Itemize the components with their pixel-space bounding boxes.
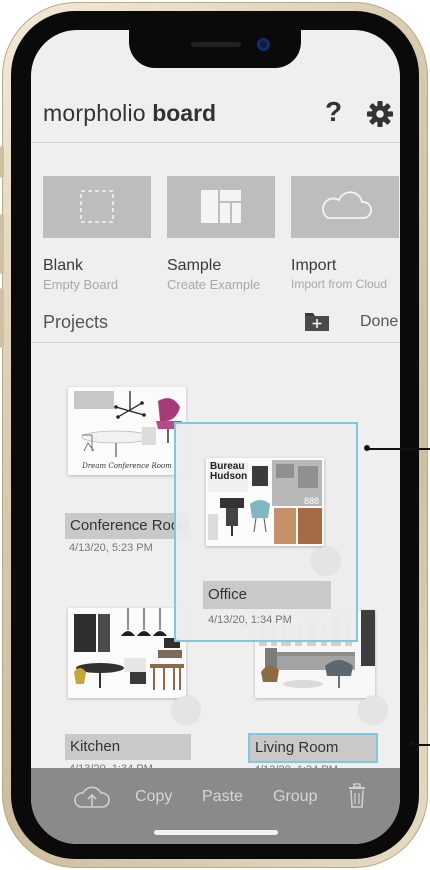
project-name-conference[interactable]: Conference Room — [65, 513, 189, 539]
paste-button[interactable]: Paste — [202, 788, 243, 806]
office-thumbnail: Bureau Hudson 888 — [206, 458, 324, 546]
cloud-icon — [322, 191, 372, 219]
app-logo: morpholio board — [43, 100, 216, 127]
sample-title: Sample — [167, 257, 222, 274]
front-camera — [257, 38, 270, 51]
office-select-handle[interactable] — [312, 547, 340, 575]
office-thumb-badge: 888 — [304, 496, 320, 506]
logo-light-text: morpholio — [43, 100, 146, 126]
app-screen: morpholio board ? Blank Empty Board Samp… — [31, 30, 400, 844]
layout-grid-icon — [201, 190, 241, 223]
project-date-conference: 4/13/20, 5:23 PM — [69, 542, 153, 554]
office-drag-selection[interactable]: Bureau Hudson 888 Office 4/13/20, 1:34 P… — [174, 422, 358, 642]
folder-plus-icon[interactable] — [304, 310, 330, 332]
living-room-callout-line — [413, 744, 430, 746]
kitchen-thumbnail[interactable] — [68, 608, 186, 698]
office-callout-dot — [364, 445, 370, 451]
blank-title: Blank — [43, 257, 84, 274]
phone-volume-up — [0, 214, 4, 274]
conference-room-thumbnail[interactable]: Dream Conference Room — [68, 387, 186, 475]
project-name-office[interactable]: Office — [203, 581, 331, 609]
notch — [129, 30, 301, 68]
trash-icon[interactable] — [346, 783, 368, 809]
import-board-tile[interactable] — [291, 176, 399, 238]
project-name-living-room[interactable]: Living Room — [248, 733, 378, 763]
office-callout-line — [368, 448, 430, 450]
cloud-upload-icon[interactable] — [73, 784, 111, 810]
project-date-office: 4/13/20, 1:34 PM — [208, 614, 292, 626]
sample-board-tile[interactable] — [167, 176, 275, 238]
phone-volume-down — [0, 288, 4, 348]
copy-button[interactable]: Copy — [135, 788, 172, 806]
done-button[interactable]: Done — [360, 313, 398, 331]
living-room-callout-dot — [409, 741, 415, 747]
import-title: Import — [291, 257, 337, 274]
kitchen-select-handle[interactable] — [172, 696, 200, 724]
living-room-select-handle[interactable] — [359, 696, 387, 724]
kitchen-collage — [68, 608, 186, 698]
projects-divider — [31, 342, 400, 343]
thumbnail-caption: Dream Conference Room — [82, 462, 172, 470]
import-subtitle: Import from Cloud — [291, 277, 388, 291]
logo-bold-text: board — [152, 100, 217, 126]
projects-title: Projects — [43, 312, 109, 332]
blank-subtitle: Empty Board — [43, 277, 119, 292]
speaker — [191, 42, 241, 47]
header-divider — [31, 142, 400, 143]
phone-mute-switch — [0, 146, 4, 178]
blank-board-tile[interactable] — [43, 176, 151, 238]
group-button[interactable]: Group — [273, 788, 317, 806]
sample-subtitle: Create Example — [167, 277, 261, 292]
dashed-rectangle-icon — [80, 190, 114, 223]
office-thumb-title: Bureau Hudson — [210, 461, 248, 482]
gear-icon[interactable] — [367, 101, 393, 127]
help-icon[interactable]: ? — [325, 96, 342, 128]
home-indicator — [154, 830, 278, 835]
project-name-kitchen[interactable]: Kitchen — [65, 734, 191, 760]
